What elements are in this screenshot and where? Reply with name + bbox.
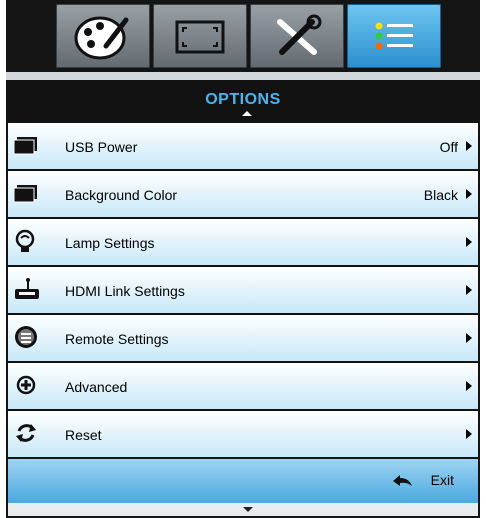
chevron-right-icon: [466, 381, 472, 391]
hdmi-link-icon: [15, 278, 39, 299]
osd-menu: OPTIONS USB Power Off Background Color B…: [6, 0, 480, 518]
display-frame-icon: [175, 20, 225, 54]
menu-item-label: Lamp Settings: [65, 235, 155, 251]
tab-image[interactable]: [56, 4, 150, 68]
menu-header: OPTIONS: [6, 80, 480, 120]
scroll-bar-bottom: [8, 503, 478, 516]
tab-display[interactable]: [153, 4, 247, 68]
menu-item-reset[interactable]: Reset: [8, 411, 478, 457]
advanced-plus-icon: [16, 375, 36, 395]
chevron-right-icon: [466, 285, 472, 295]
reset-arrows-icon: [16, 424, 36, 442]
tab-separator: [6, 72, 480, 80]
menu-item-value: Black: [423, 187, 458, 203]
menu-item-value: Off: [439, 139, 458, 155]
menu-item-label: USB Power: [65, 139, 138, 155]
background-color-icon: [14, 185, 37, 203]
exit-back-icon: [393, 475, 412, 486]
tab-bar: [6, 0, 480, 72]
menu-item-lamp-settings[interactable]: Lamp Settings: [8, 219, 478, 265]
menu-item-remote-settings[interactable]: Remote Settings: [8, 315, 478, 361]
options-list-icon: [375, 22, 413, 50]
menu-item-advanced[interactable]: Advanced: [8, 363, 478, 409]
chevron-right-icon: [466, 237, 472, 247]
tools-icon: [277, 14, 322, 55]
remote-icon: [15, 326, 37, 348]
menu-item-label: Background Color: [65, 187, 178, 203]
menu-item-label: Reset: [65, 427, 102, 443]
chevron-right-icon: [466, 429, 472, 439]
menu-item-background-color[interactable]: Background Color Black: [8, 171, 478, 217]
options-list: USB Power Off Background Color Black Lam…: [8, 123, 478, 459]
menu-item-usb-power[interactable]: USB Power Off: [8, 123, 478, 169]
chevron-right-icon: [466, 141, 472, 151]
menu-item-label: HDMI Link Settings: [65, 283, 185, 299]
tab-setup[interactable]: [250, 4, 344, 68]
menu-footer: Exit: [8, 459, 478, 503]
scroll-up-icon: [242, 111, 252, 116]
chevron-right-icon: [466, 189, 472, 199]
exit-button[interactable]: Exit: [431, 472, 454, 488]
chevron-right-icon: [466, 333, 472, 343]
menu-item-label: Remote Settings: [65, 331, 169, 347]
image-palette-icon: [74, 16, 129, 60]
page-title: OPTIONS: [205, 91, 281, 108]
scroll-down-icon: [243, 507, 253, 512]
menu-item-hdmi-link-settings[interactable]: HDMI Link Settings: [8, 267, 478, 313]
menu-item-label: Advanced: [65, 379, 128, 395]
usb-power-icon: [14, 137, 37, 155]
lamp-icon: [15, 229, 35, 252]
tab-options[interactable]: [347, 4, 441, 68]
